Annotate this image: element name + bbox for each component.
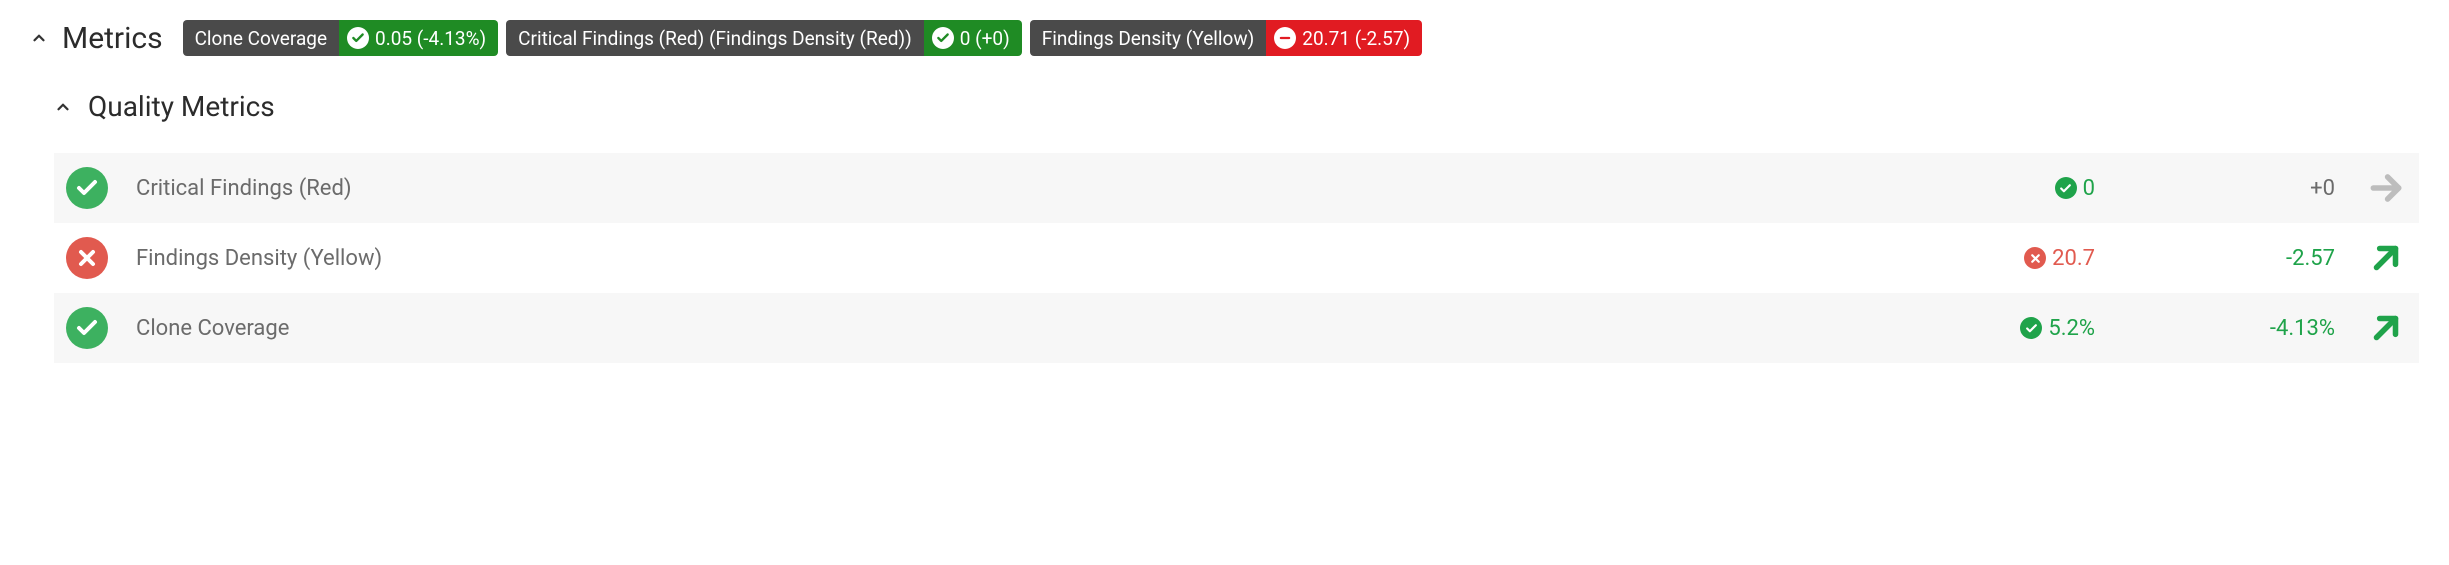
table-row[interactable]: Findings Density (Yellow) 20.7 -2.57	[54, 223, 2419, 293]
badge-value: 0 (+0)	[924, 20, 1022, 56]
table-row[interactable]: Clone Coverage 5.2% -4.13%	[54, 293, 2419, 363]
metric-name: Critical Findings (Red)	[128, 176, 1915, 201]
arrow-right-icon	[2365, 167, 2407, 209]
check-circle-icon	[347, 27, 369, 49]
arrow-up-right-icon	[2365, 237, 2407, 279]
quality-metrics-title: Quality Metrics	[88, 90, 275, 123]
x-circle-icon	[66, 237, 108, 279]
badge-value: 20.71 (-2.57)	[1266, 20, 1422, 56]
metric-value: 20.7	[1935, 246, 2095, 271]
check-circle-icon	[66, 167, 108, 209]
badge-value: 0.05 (-4.13%)	[339, 20, 498, 56]
quality-metrics-header: Quality Metrics	[54, 90, 2419, 123]
metric-value: 5.2%	[1935, 316, 2095, 341]
metric-name: Clone Coverage	[128, 316, 1915, 341]
x-circle-icon	[2024, 247, 2046, 269]
metric-value: 0	[1935, 176, 2095, 201]
table-row[interactable]: Critical Findings (Red) 0 +0	[54, 153, 2419, 223]
badge-value-text: 0.05 (-4.13%)	[375, 27, 486, 50]
metric-delta: +0	[2115, 176, 2335, 201]
metric-badge[interactable]: Findings Density (Yellow) 20.71 (-2.57)	[1030, 20, 1422, 56]
metrics-header: Metrics Clone Coverage 0.05 (-4.13%) Cri…	[30, 20, 2419, 56]
metric-name: Findings Density (Yellow)	[128, 246, 1915, 271]
check-circle-icon	[2055, 177, 2077, 199]
metric-delta: -2.57	[2115, 246, 2335, 271]
chevron-up-icon[interactable]	[30, 29, 48, 47]
quality-metrics-table: Critical Findings (Red) 0 +0 Findings De…	[54, 153, 2419, 363]
badge-label: Findings Density (Yellow)	[1030, 20, 1267, 56]
metrics-title: Metrics	[62, 21, 163, 56]
metric-badge[interactable]: Critical Findings (Red) (Findings Densit…	[506, 20, 1022, 56]
chevron-up-icon[interactable]	[54, 98, 72, 116]
metric-badge[interactable]: Clone Coverage 0.05 (-4.13%)	[183, 20, 499, 56]
check-circle-icon	[2020, 317, 2042, 339]
badge-value-text: 20.71 (-2.57)	[1302, 27, 1410, 50]
arrow-up-right-icon	[2365, 307, 2407, 349]
check-circle-icon	[932, 27, 954, 49]
minus-circle-icon	[1274, 27, 1296, 49]
check-circle-icon	[66, 307, 108, 349]
badge-label: Critical Findings (Red) (Findings Densit…	[506, 20, 924, 56]
badge-label: Clone Coverage	[183, 20, 339, 56]
metric-delta: -4.13%	[2115, 316, 2335, 341]
badge-value-text: 0 (+0)	[960, 27, 1010, 50]
badges-container: Clone Coverage 0.05 (-4.13%) Critical Fi…	[183, 20, 1423, 56]
